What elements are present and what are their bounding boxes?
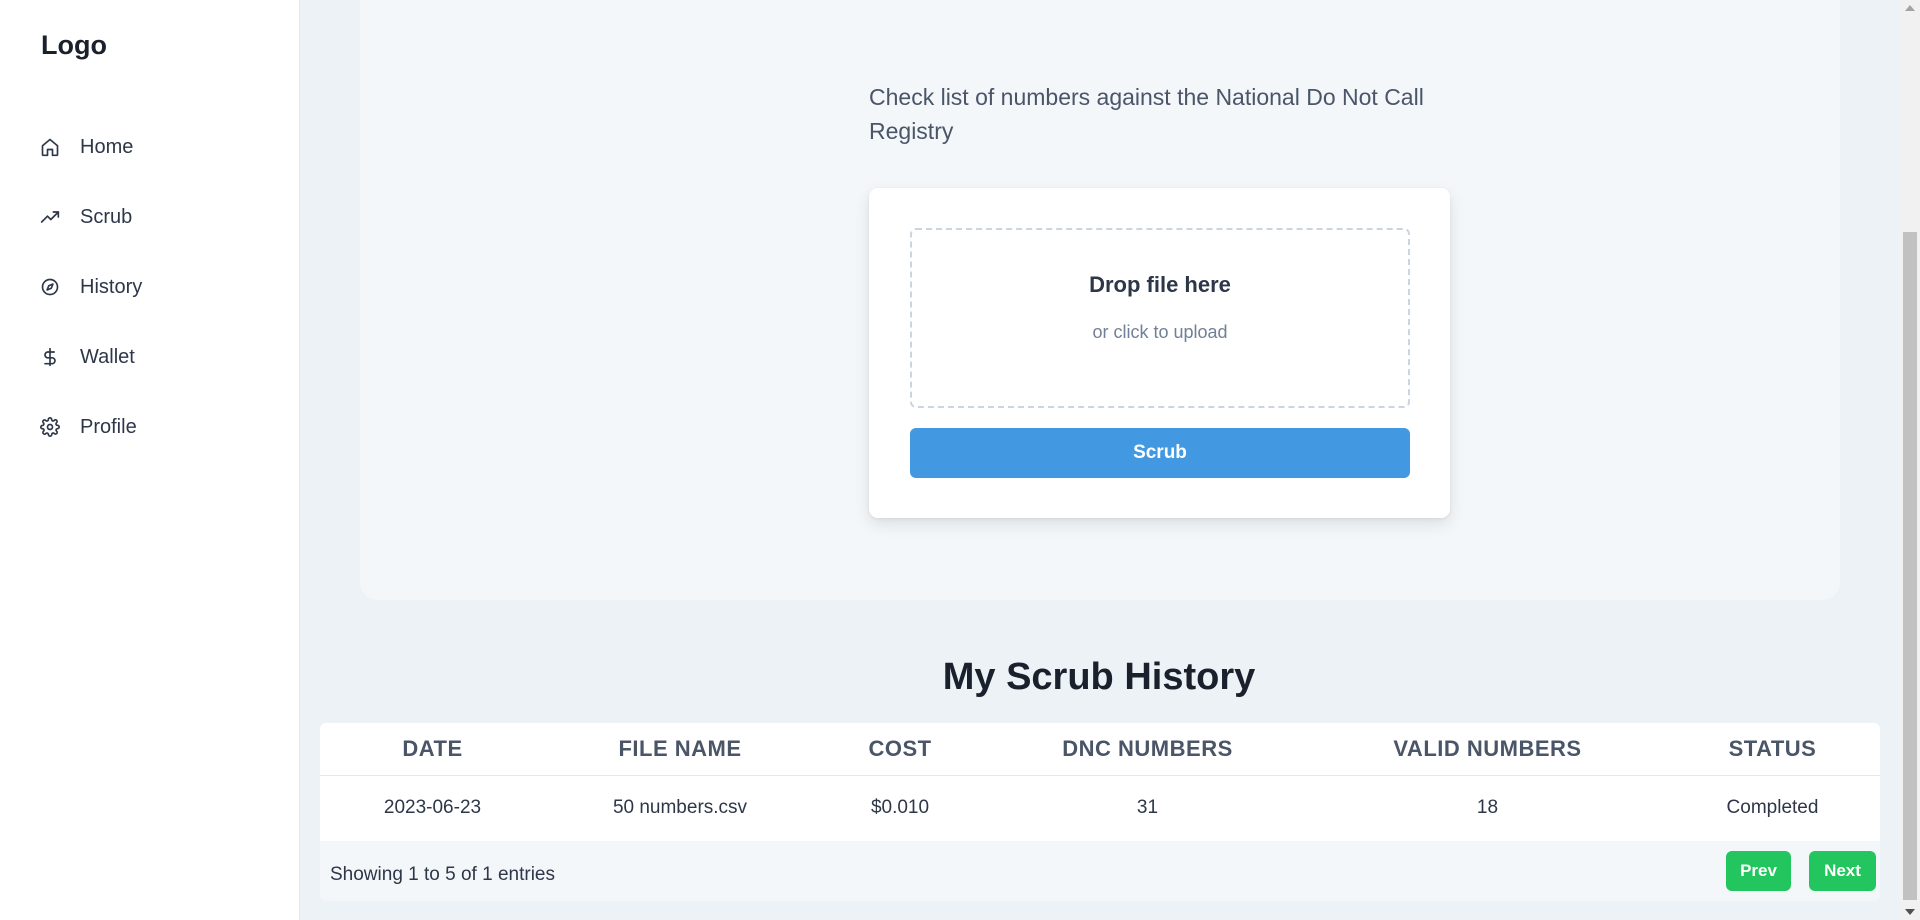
logo[interactable]: Logo [41,30,107,61]
upload-card: Drop file here or click to upload Scrub [869,188,1450,518]
column-header-dnc-numbers[interactable]: DNC NUMBERS [985,723,1310,776]
sidebar-nav: Home Scrub History Wallet Profile [0,112,299,462]
column-header-status[interactable]: STATUS [1665,723,1880,776]
trending-up-icon [40,207,60,227]
cell-status: Completed [1665,775,1880,842]
file-dropzone[interactable]: Drop file here or click to upload [910,228,1410,408]
sidebar-item-label: Profile [80,415,137,438]
column-header-date[interactable]: DATE [320,723,545,776]
entries-info: Showing 1 to 5 of 1 entries [330,864,555,885]
column-header-valid-numbers[interactable]: VALID NUMBERS [1310,723,1665,776]
sidebar-item-scrub[interactable]: Scrub [0,182,299,252]
home-icon [40,137,60,157]
scroll-up-arrow-icon[interactable] [1905,5,1915,11]
cell-valid-numbers: 18 [1310,775,1665,842]
dollar-icon [40,347,60,367]
cell-cost: $0.010 [815,775,985,842]
history-title: My Scrub History [300,656,1900,699]
history-table-container: DATE FILE NAME COST DNC NUMBERS VALID NU… [320,723,1880,901]
sidebar-item-home[interactable]: Home [0,112,299,182]
sidebar-item-label: Scrub [80,205,133,228]
page-subtitle: Check list of numbers against the Nation… [869,84,1424,144]
history-title-text: My Scrub History [942,656,1256,698]
dropzone-title: Drop file here [1089,272,1231,297]
cell-file-name: 50 numbers.csv [545,775,815,842]
prev-page-button[interactable]: Prev [1726,851,1791,891]
sidebar-item-history[interactable]: History [0,252,299,322]
next-page-button[interactable]: Next [1809,851,1876,891]
history-table: DATE FILE NAME COST DNC NUMBERS VALID NU… [320,723,1880,842]
sidebar-item-profile[interactable]: Profile [0,392,299,462]
cell-dnc-numbers: 31 [985,775,1310,842]
main-content: Check list of numbers against the Nation… [300,0,1900,920]
upload-section: Check list of numbers against the Nation… [360,0,1840,600]
sidebar-item-label: Wallet [80,345,135,368]
table-header-row: DATE FILE NAME COST DNC NUMBERS VALID NU… [320,723,1880,776]
column-header-cost[interactable]: COST [815,723,985,776]
gear-icon [40,417,60,437]
scrub-button[interactable]: Scrub [910,428,1410,478]
dropzone-subtitle: or click to upload [1092,322,1228,342]
cell-date: 2023-06-23 [320,775,545,842]
sidebar-item-label: Home [80,135,134,158]
sidebar: Logo Home Scrub History Wallet Profile [0,0,300,920]
table-footer: Showing 1 to 5 of 1 entries Prev Next [320,841,1880,901]
vertical-scrollbar[interactable] [1900,0,1920,920]
sidebar-item-wallet[interactable]: Wallet [0,322,299,392]
column-header-file-name[interactable]: FILE NAME [545,723,815,776]
sidebar-item-label: History [80,275,143,298]
compass-icon [40,277,60,297]
scrollbar-thumb[interactable] [1903,232,1917,900]
table-row[interactable]: 2023-06-23 50 numbers.csv $0.010 31 18 C… [320,775,1880,842]
scroll-down-arrow-icon[interactable] [1905,909,1915,915]
